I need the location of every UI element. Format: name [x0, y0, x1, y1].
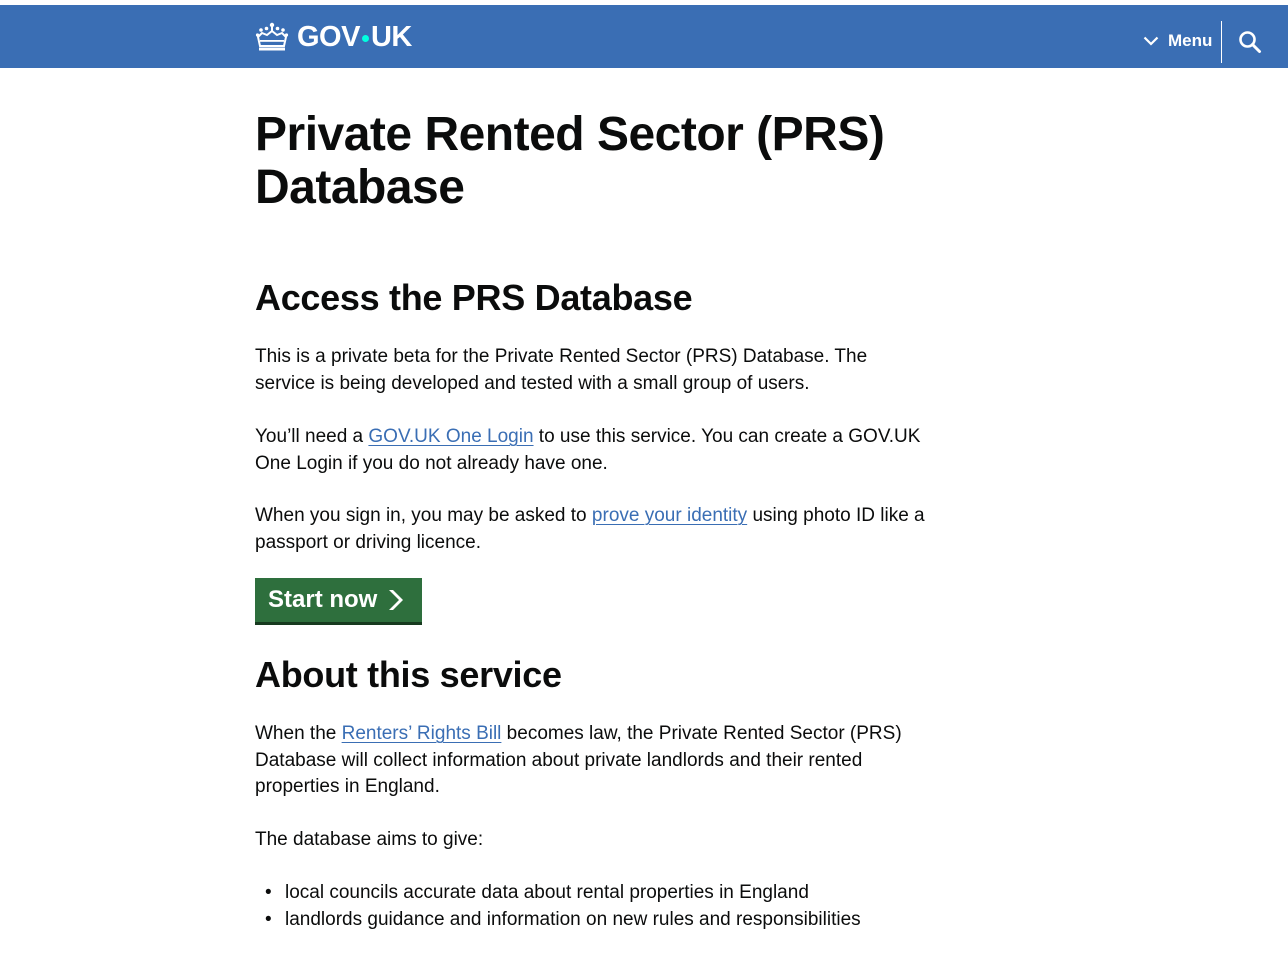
logo-dot [361, 34, 369, 42]
identity-text-before: When you sign in, you may be asked to [255, 505, 592, 526]
menu-button[interactable]: Menu [1143, 25, 1212, 57]
identity-paragraph: When you sign in, you may be asked to pr… [255, 503, 925, 556]
govuk-logo-text: GOV UK [297, 21, 412, 54]
site-header: GOV UK Menu [0, 5, 1288, 68]
about-paragraph: When the Renters’ Rights Bill becomes la… [255, 721, 925, 801]
logo-text-right: UK [370, 20, 412, 53]
intro-paragraph: This is a private beta for the Private R… [255, 346, 868, 394]
login-text-before: You’ll need a [255, 426, 369, 447]
chevron-right-icon [389, 590, 404, 610]
chevron-down-icon [1143, 36, 1159, 46]
govuk-logo-link[interactable]: GOV UK [255, 20, 412, 54]
page-title: Private Rented Sector (PRS) Database [255, 108, 885, 214]
one-login-link[interactable]: GOV.UK One Login [368, 426, 533, 447]
renters-rights-bill-link[interactable]: Renters’ Rights Bill [342, 723, 502, 744]
about-heading: About this service [255, 654, 562, 695]
access-heading: Access the PRS Database [255, 277, 693, 318]
about-text-before: When the [255, 723, 342, 744]
start-now-button[interactable]: Start now [255, 578, 422, 625]
search-button[interactable] [1238, 30, 1262, 54]
crown-icon [255, 22, 289, 51]
start-now-label: Start now [268, 586, 378, 613]
search-icon [1239, 31, 1261, 53]
list-item: landlords guidance and information on ne… [255, 907, 935, 934]
header-divider [1221, 21, 1222, 63]
logo-text-left: GOV [297, 20, 360, 53]
aims-list: local councils accurate data about renta… [255, 880, 935, 933]
aims-intro: The database aims to give: [255, 829, 484, 850]
list-item: local councils accurate data about renta… [255, 880, 935, 907]
one-login-paragraph: You’ll need a GOV.UK One Login to use th… [255, 424, 925, 477]
menu-label: Menu [1168, 31, 1213, 50]
prove-identity-link[interactable]: prove your identity [592, 505, 747, 526]
